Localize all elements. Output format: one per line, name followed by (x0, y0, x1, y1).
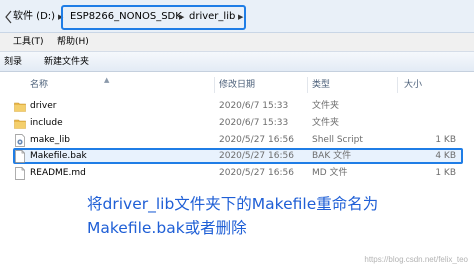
breadcrumb-dropdown-icon[interactable]: ▶ (238, 9, 243, 25)
breadcrumb-driver-lib[interactable]: driver_lib (189, 9, 235, 25)
column-header: ▲ 名称 修改日期 类型 大小 (0, 76, 474, 94)
column-name[interactable]: 名称 (30, 78, 48, 92)
file-row[interactable]: Makefile.bak 2020/5/27 16:56 BAK 文件 4 KB (0, 149, 474, 164)
folder-icon (14, 119, 26, 129)
folder-icon (14, 102, 26, 112)
column-size[interactable]: 大小 (404, 78, 422, 92)
annotation-line-1: 将driver_lib文件夹下的Makefile重命名为 (87, 195, 379, 213)
file-row[interactable]: README.md 2020/5/27 16:56 MD 文件 1 KB (0, 166, 474, 181)
file-icon (15, 167, 25, 180)
file-date: 2020/5/27 16:56 (219, 151, 294, 161)
file-name: Makefile.bak (30, 151, 87, 161)
menu-bar: 工具(T) 帮助(H) (0, 33, 474, 51)
script-icon (15, 134, 25, 147)
annotation-line-2: Makefile.bak或者删除 (87, 219, 247, 237)
breadcrumb-sdk[interactable]: ESP8266_NONOS_SDK (70, 9, 182, 25)
file-type: MD 文件 (312, 168, 348, 178)
file-row[interactable]: include 2020/6/7 15:33 文件夹 (0, 116, 474, 131)
file-name: README.md (30, 168, 86, 178)
burn-button[interactable]: 刻录 (4, 55, 22, 70)
file-size: 1 KB (435, 168, 456, 178)
column-divider[interactable] (214, 77, 215, 93)
file-type: BAK 文件 (312, 151, 352, 161)
file-row[interactable]: make_lib 2020/5/27 16:56 Shell Script 1 … (0, 133, 474, 148)
column-date[interactable]: 修改日期 (219, 78, 255, 92)
new-folder-button[interactable]: 新建文件夹 (44, 55, 89, 70)
watermark: https://blog.csdn.net/felix_teo (364, 255, 468, 264)
file-type: Shell Script (312, 135, 363, 145)
column-divider[interactable] (307, 77, 308, 93)
file-type: 文件夹 (312, 101, 340, 111)
column-divider[interactable] (397, 77, 398, 93)
file-name: driver (30, 101, 57, 111)
file-size: 4 KB (435, 151, 456, 161)
file-type: 文件夹 (312, 118, 340, 128)
menu-help[interactable]: 帮助(H) (57, 35, 89, 49)
address-bar: 软件 (D:) ▶ ESP8266_NONOS_SDK ▶ driver_lib… (0, 0, 474, 33)
sort-up-icon: ▲ (104, 76, 110, 84)
back-arrow-icon[interactable] (4, 10, 12, 24)
file-icon (15, 150, 25, 163)
file-name: make_lib (30, 135, 70, 145)
breadcrumb-drive[interactable]: 软件 (D:) (13, 9, 55, 25)
file-row[interactable]: driver 2020/6/7 15:33 文件夹 (0, 99, 474, 114)
file-date: 2020/5/27 16:56 (219, 135, 294, 145)
file-date: 2020/6/7 15:33 (219, 118, 289, 128)
file-date: 2020/6/7 15:33 (219, 101, 289, 111)
menu-tools[interactable]: 工具(T) (13, 35, 44, 49)
breadcrumb-separator-icon[interactable]: ▶ (179, 9, 184, 25)
file-date: 2020/5/27 16:56 (219, 168, 294, 178)
file-size: 1 KB (435, 135, 456, 145)
column-type[interactable]: 类型 (312, 78, 330, 92)
toolbar: 刻录 新建文件夹 (0, 51, 474, 72)
file-name: include (30, 118, 63, 128)
